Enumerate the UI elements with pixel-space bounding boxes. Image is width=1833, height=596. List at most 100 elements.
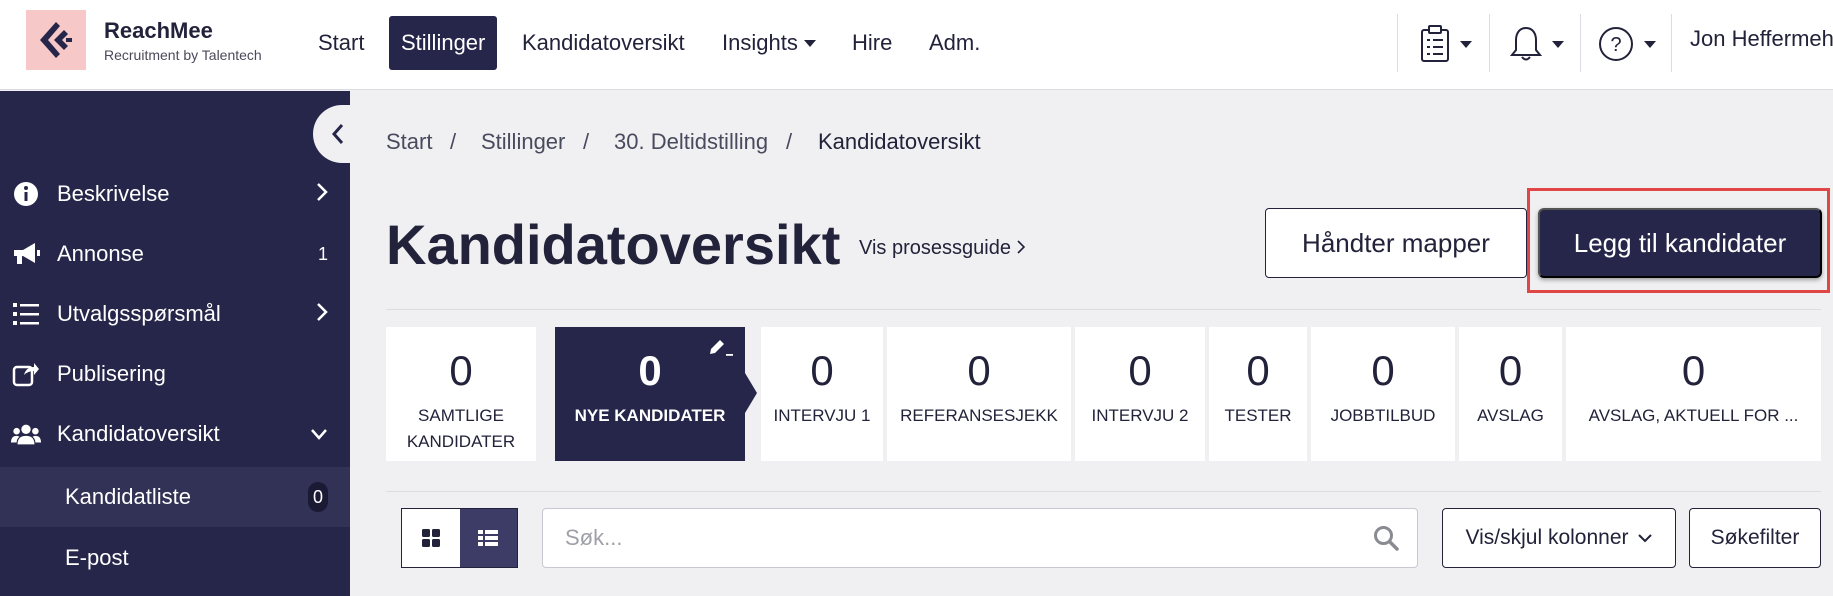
nav-insights-label: Insights (722, 30, 798, 55)
breadcrumb-stillinger[interactable]: Stillinger (481, 129, 565, 155)
sidebar-item-kandidatoversikt[interactable]: Kandidatoversikt (0, 406, 350, 462)
breadcrumb-stilling[interactable]: 30. Deltidstilling (614, 129, 768, 155)
breadcrumb-separator: / (786, 129, 793, 154)
search-box (542, 508, 1418, 568)
stage-tester[interactable]: 0 TESTER (1209, 327, 1307, 461)
tasks-menu[interactable] (1420, 22, 1472, 66)
divider (1489, 14, 1490, 72)
breadcrumb-separator: / (450, 129, 457, 154)
stage-label: JOBBTILBUD (1330, 406, 1436, 425)
stage-count: 0 (1498, 347, 1523, 394)
brand-title: ReachMee (104, 18, 213, 43)
stage-count: 0 (1246, 347, 1270, 394)
stage-label: NYE KANDIDATER (574, 406, 726, 425)
stage-count: 0 (1681, 347, 1706, 394)
chevron-down-icon (1637, 534, 1652, 543)
stage-avslag-aktuell[interactable]: 0 AVSLAG, AKTUELL FOR ... (1566, 327, 1821, 461)
stage-intervju-1[interactable]: 0 INTERVJU 1 (761, 327, 883, 461)
nav-insights[interactable]: Insights (722, 16, 816, 70)
caret-down-icon (1644, 40, 1656, 48)
view-toggle (401, 508, 518, 568)
toggle-columns-button[interactable]: Vis/skjul kolonner (1442, 508, 1676, 568)
search-filter-button[interactable]: Søkefilter (1689, 508, 1821, 568)
divider (1580, 14, 1581, 72)
share-icon (11, 359, 41, 389)
stage-jobbtilbud[interactable]: 0 JOBBTILBUD (1311, 327, 1455, 461)
divider (386, 491, 1821, 492)
manage-folders-button[interactable]: Håndter mapper (1265, 208, 1527, 278)
stage-label: INTERVJU 1 (773, 406, 871, 425)
stage-label: TESTER (1224, 406, 1292, 425)
sidebar-item-utvalgssporsmal[interactable]: Utvalgsspørsmål (0, 286, 350, 342)
sidebar-item-label: Beskrivelse (57, 181, 170, 206)
stage-arrow-icon (745, 373, 757, 413)
notifications-menu[interactable] (1510, 22, 1564, 66)
chevron-right-icon (316, 302, 328, 327)
process-guide-label: Vis prosessguide (859, 237, 1011, 259)
stage-avslag[interactable]: 0 AVSLAG (1459, 327, 1562, 461)
stage-count: 0 (1371, 347, 1395, 394)
sidebar-item-publisering[interactable]: Publisering (0, 346, 350, 402)
list-view-button[interactable] (459, 509, 517, 567)
page-title: Kandidatoversikt (386, 213, 841, 276)
breadcrumb-start[interactable]: Start (386, 129, 432, 155)
nav-hire[interactable]: Hire (852, 16, 892, 70)
sidebar-item-label: Kandidatliste (65, 484, 191, 509)
sidebar-item-label: Publisering (57, 361, 166, 386)
process-guide-link[interactable]: Vis prosessguide (859, 237, 1025, 260)
stage-count: 0 (810, 347, 834, 394)
sidebar-item-annonse[interactable]: Annonse 1 (0, 226, 350, 282)
stage-samtlige[interactable]: 0 SAMTLIGE KANDIDATER (386, 327, 536, 461)
add-candidates-button[interactable]: Legg til kandidater (1538, 208, 1822, 278)
chevron-left-icon (331, 124, 344, 144)
sidebar-item-epost[interactable]: E-post (0, 530, 350, 586)
help-icon: ? (1599, 27, 1633, 61)
divider (1671, 14, 1672, 72)
user-name[interactable]: Jon Heffermehl (1690, 26, 1833, 52)
svg-text:?: ? (1610, 34, 1621, 56)
stage-referansesjekk[interactable]: 0 REFERANSESJEKK (887, 327, 1071, 461)
stage-label: AVSLAG (1477, 406, 1544, 425)
stage-intervju-2[interactable]: 0 INTERVJU 2 (1075, 327, 1205, 461)
search-icon[interactable] (1373, 525, 1399, 556)
stage-count: 0 (967, 347, 991, 394)
grid-view-button[interactable] (402, 509, 460, 567)
breadcrumb-separator: / (583, 129, 590, 154)
toggle-columns-label: Vis/skjul kolonner (1465, 526, 1629, 549)
chevron-right-icon (316, 182, 328, 207)
divider (386, 309, 1821, 310)
stage-label: REFERANSESJEKK (900, 406, 1058, 425)
caret-down-icon (1552, 40, 1564, 48)
edit-pencil-icon[interactable] (707, 337, 735, 362)
sidebar-collapse-button[interactable] (313, 105, 383, 163)
top-bar: ReachMee Recruitment by Talentech Start … (0, 0, 1833, 90)
nav-kandidatoversikt[interactable]: Kandidatoversikt (522, 16, 685, 70)
brand-subtitle: Recruitment by Talentech (104, 47, 262, 63)
stage-nye-kandidater[interactable]: 0 NYE KANDIDATER (555, 327, 745, 461)
caret-down-icon (1460, 40, 1472, 48)
sidebar-item-beskrivelse[interactable]: Beskrivelse (0, 166, 350, 222)
stage-label: SAMTLIGE KANDIDATER (406, 406, 516, 451)
sidebar-item-count: 1 (317, 243, 328, 264)
nav-start[interactable]: Start (318, 16, 364, 70)
clipboard-icon (1421, 25, 1449, 62)
list-icon (11, 299, 41, 329)
nav-stillinger[interactable]: Stillinger (389, 16, 498, 70)
search-input[interactable] (565, 523, 1345, 553)
help-menu[interactable]: ? (1598, 22, 1656, 66)
sidebar-item-label: E-post (65, 545, 129, 570)
sidebar-item-label: Utvalgsspørsmål (57, 301, 221, 326)
reachmee-logo-icon[interactable] (26, 10, 86, 70)
users-icon (11, 419, 41, 449)
info-icon (11, 179, 41, 209)
chevron-down-icon (310, 424, 328, 445)
stage-label: INTERVJU 2 (1091, 406, 1189, 425)
stage-label: AVSLAG, AKTUELL FOR ... (1588, 406, 1799, 425)
chevron-right-icon (1016, 240, 1025, 254)
list-view-icon (478, 530, 499, 546)
breadcrumb-current: Kandidatoversikt (818, 129, 981, 154)
sidebar-item-kandidatliste[interactable]: Kandidatliste 0 (0, 467, 350, 527)
nav-adm[interactable]: Adm. (929, 16, 980, 70)
stage-count: 0 (449, 347, 473, 394)
count-badge: 0 (308, 482, 328, 512)
